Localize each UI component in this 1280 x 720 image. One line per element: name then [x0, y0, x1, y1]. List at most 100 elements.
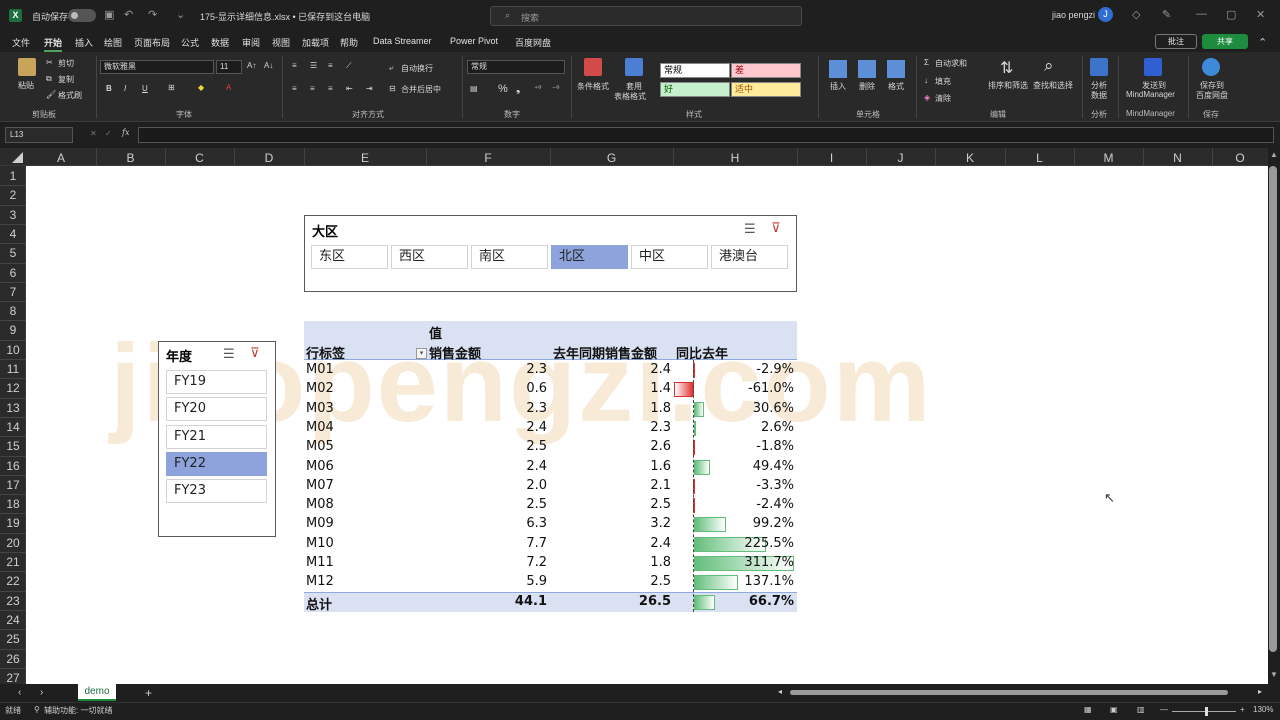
- font-color-icon[interactable]: A: [226, 83, 231, 92]
- accounting-format-icon[interactable]: ▤: [470, 84, 478, 93]
- align-right-icon[interactable]: ≡: [328, 84, 333, 93]
- column-header-f[interactable]: F: [426, 151, 550, 165]
- zoom-slider-thumb[interactable]: [1205, 707, 1208, 716]
- tab-view[interactable]: 视图: [272, 36, 290, 49]
- pivot-last-year-cell[interactable]: 1.8: [553, 401, 671, 416]
- align-center-icon[interactable]: ≡: [310, 84, 315, 93]
- find-select-icon[interactable]: ⌕: [1044, 56, 1054, 76]
- row-header-25[interactable]: 25: [0, 632, 26, 646]
- column-header-a[interactable]: A: [26, 151, 96, 165]
- insert-cells-icon[interactable]: [829, 60, 847, 78]
- pivot-last-year-cell[interactable]: 1.6: [553, 459, 671, 474]
- redo-icon[interactable]: ↷: [148, 8, 157, 21]
- year-slicer-item[interactable]: FY19: [166, 370, 267, 394]
- pivot-total-label[interactable]: 总计: [306, 594, 332, 613]
- pivot-last-year-cell[interactable]: 1.4: [553, 381, 671, 396]
- pivot-last-year-cell[interactable]: 2.3: [553, 420, 671, 435]
- pivot-sales-cell[interactable]: 2.5: [430, 439, 547, 454]
- pivot-row-label-cell[interactable]: M11: [306, 555, 334, 570]
- horizontal-scroll-right-icon[interactable]: ▸: [1258, 687, 1262, 696]
- tab-data[interactable]: 数据: [211, 36, 229, 49]
- search-box[interactable]: ⌕ 搜索: [490, 6, 802, 26]
- customize-toolbar-icon[interactable]: ⌄: [176, 8, 185, 21]
- pivot-col-yoy[interactable]: 同比去年: [676, 343, 728, 362]
- tab-baidu-netdisk[interactable]: 百度网盘: [515, 36, 551, 49]
- wrap-text-button[interactable]: 自动换行: [401, 63, 433, 74]
- year-slicer-item[interactable]: FY21: [166, 424, 267, 449]
- pivot-sales-cell[interactable]: 2.5: [430, 497, 547, 512]
- year-slicer-item[interactable]: FY23: [166, 479, 267, 504]
- analyze-data-line2[interactable]: 数据: [1091, 90, 1107, 101]
- pivot-row-label[interactable]: 行标签: [306, 343, 345, 362]
- horizontal-scrollbar[interactable]: [790, 690, 1228, 695]
- conditional-formatting-button[interactable]: 条件格式: [577, 81, 609, 92]
- row-header-13[interactable]: 13: [0, 401, 26, 415]
- pivot-sales-cell[interactable]: 0.6: [430, 381, 547, 396]
- region-slicer-item[interactable]: 港澳台: [711, 245, 788, 269]
- pivot-sales-cell[interactable]: 6.3: [430, 516, 547, 531]
- row-header-12[interactable]: 12: [0, 381, 26, 395]
- copy-icon[interactable]: ⧉: [46, 74, 52, 84]
- insert-function-icon[interactable]: fx: [122, 128, 129, 137]
- mindmanager-icon[interactable]: [1144, 58, 1162, 76]
- column-header-b[interactable]: B: [96, 151, 165, 165]
- row-header-9[interactable]: 9: [0, 323, 26, 337]
- paste-button[interactable]: 粘贴: [18, 80, 34, 91]
- tab-power-pivot[interactable]: Power Pivot: [450, 36, 498, 46]
- autosum-icon[interactable]: Σ: [924, 58, 929, 67]
- tab-data-streamer[interactable]: Data Streamer: [373, 36, 432, 46]
- pivot-last-year-cell[interactable]: 2.4: [553, 362, 671, 377]
- row-header-17[interactable]: 17: [0, 478, 26, 492]
- formula-input[interactable]: [138, 127, 1274, 143]
- pivot-sales-cell[interactable]: 2.3: [430, 401, 547, 416]
- save-icon[interactable]: ▣: [104, 8, 114, 21]
- baidu-netdisk-icon[interactable]: [1202, 58, 1220, 76]
- column-header-g[interactable]: G: [550, 151, 673, 165]
- multi-select-icon[interactable]: ☰: [223, 346, 235, 362]
- column-header-o[interactable]: O: [1212, 151, 1268, 165]
- row-header-11[interactable]: 11: [0, 362, 26, 376]
- format-painter-button[interactable]: 格式刷: [58, 90, 82, 101]
- pivot-row-label-cell[interactable]: M01: [306, 362, 334, 377]
- format-painter-icon[interactable]: 🖌: [46, 90, 56, 99]
- decrease-decimal-icon[interactable]: ⁻⁰: [552, 84, 559, 93]
- year-slicer-item[interactable]: FY20: [166, 397, 267, 422]
- orientation-icon[interactable]: ⟋: [346, 61, 352, 71]
- prev-sheet-icon[interactable]: ‹: [18, 687, 21, 698]
- diamond-icon[interactable]: ◇: [1132, 8, 1140, 21]
- pivot-last-year-cell[interactable]: 2.5: [553, 497, 671, 512]
- pivot-row-label-cell[interactable]: M07: [306, 478, 334, 493]
- pivot-last-year-cell[interactable]: 1.8: [553, 555, 671, 570]
- row-header-15[interactable]: 15: [0, 439, 26, 453]
- pivot-sales-cell[interactable]: 5.9: [430, 574, 547, 589]
- multi-select-icon[interactable]: ☰: [744, 221, 756, 237]
- row-header-3[interactable]: 3: [0, 208, 26, 222]
- scroll-down-icon[interactable]: ▼: [1270, 670, 1278, 679]
- user-name[interactable]: jiao pengzi: [1052, 10, 1095, 20]
- style-neutral[interactable]: 适中: [731, 82, 801, 97]
- row-header-1[interactable]: 1: [0, 169, 26, 183]
- tab-addins[interactable]: 加载项: [302, 36, 329, 49]
- column-header-c[interactable]: C: [165, 151, 234, 165]
- row-header-7[interactable]: 7: [0, 285, 26, 299]
- pivot-col-last-year[interactable]: 去年同期销售金额: [553, 343, 657, 362]
- paste-icon[interactable]: [18, 58, 36, 76]
- mindmanager-line2[interactable]: MindManager: [1126, 90, 1175, 99]
- close-icon[interactable]: ✕: [1256, 8, 1265, 21]
- select-all-icon[interactable]: [12, 152, 23, 163]
- row-header-10[interactable]: 10: [0, 343, 26, 357]
- column-header-j[interactable]: J: [866, 151, 935, 165]
- pivot-total-sales[interactable]: 44.1: [430, 594, 547, 609]
- increase-decimal-icon[interactable]: ⁺⁰: [534, 84, 541, 93]
- pivot-row-label-cell[interactable]: M06: [306, 459, 334, 474]
- row-header-14[interactable]: 14: [0, 420, 26, 434]
- shrink-font-icon[interactable]: A↓: [264, 61, 273, 70]
- column-header-d[interactable]: D: [234, 151, 304, 165]
- column-header-i[interactable]: I: [797, 151, 866, 165]
- conditional-formatting-icon[interactable]: [584, 58, 602, 76]
- zoom-in-icon[interactable]: +: [1240, 705, 1245, 714]
- clear-filter-icon[interactable]: ⊽: [771, 220, 781, 236]
- row-filter-button[interactable]: ▾: [416, 348, 427, 359]
- underline-icon[interactable]: U: [142, 84, 148, 93]
- maximize-icon[interactable]: ▢: [1226, 8, 1236, 21]
